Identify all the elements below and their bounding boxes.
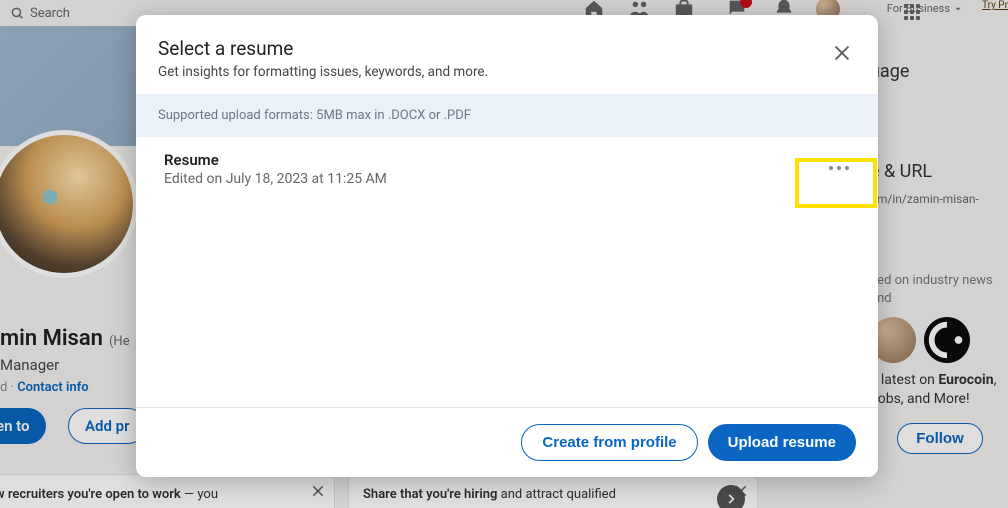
resume-edited-meta: Edited on July 18, 2023 at 11:25 AM <box>164 171 387 187</box>
modal-title: Select a resume <box>158 37 854 60</box>
create-from-profile-button[interactable]: Create from profile <box>521 424 697 461</box>
select-resume-modal: Select a resume Get insights for formatt… <box>136 15 878 477</box>
modal-close-button[interactable] <box>828 39 856 67</box>
close-icon <box>831 42 853 64</box>
ellipsis-icon <box>829 166 833 170</box>
resume-list-item[interactable]: Resume Edited on July 18, 2023 at 11:25 … <box>164 151 387 187</box>
modal-subtitle: Get insights for formatting issues, keyw… <box>158 64 854 80</box>
upload-format-hint: Supported upload formats: 5MB max in .DO… <box>136 94 878 137</box>
upload-resume-button[interactable]: Upload resume <box>708 424 856 461</box>
resume-more-menu-button[interactable] <box>822 151 856 185</box>
resume-title: Resume <box>164 151 387 169</box>
